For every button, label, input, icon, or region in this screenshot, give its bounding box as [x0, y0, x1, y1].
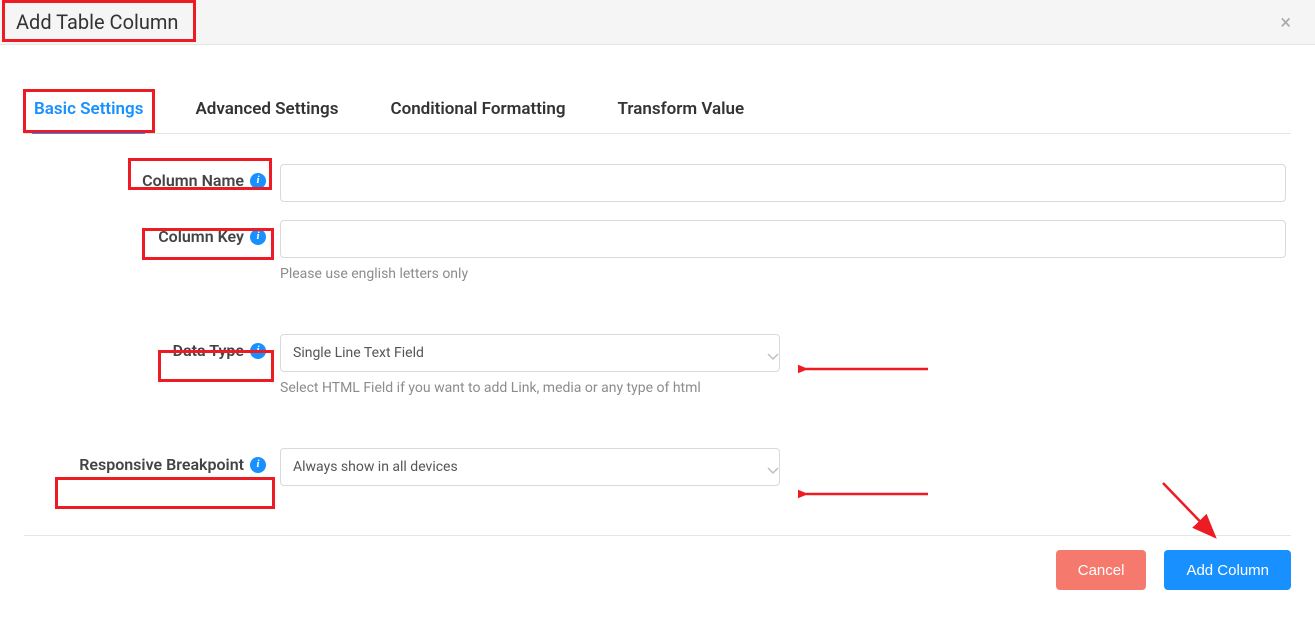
field-cell: [280, 164, 1291, 202]
column-key-helper: Please use english letters only: [280, 266, 1291, 282]
column-name-input[interactable]: [280, 164, 1286, 202]
row-responsive-breakpoint: Responsive Breakpoint i Always show in a…: [24, 448, 1291, 486]
label-cell: Data Type i: [24, 334, 280, 360]
responsive-label: Responsive Breakpoint: [79, 455, 244, 474]
data-type-helper: Select HTML Field if you want to add Lin…: [280, 380, 1291, 396]
field-cell: Always show in all devices: [280, 448, 1291, 486]
info-icon[interactable]: i: [250, 343, 266, 359]
dialog-title: Add Table Column: [16, 10, 178, 34]
data-type-label: Data Type: [173, 341, 244, 360]
dialog-content: Basic Settings Advanced Settings Conditi…: [0, 45, 1315, 486]
responsive-value: Always show in all devices: [293, 459, 458, 475]
row-data-type: Data Type i Single Line Text Field Selec…: [24, 334, 1291, 396]
cancel-button[interactable]: Cancel: [1056, 550, 1147, 590]
label-cell: Column Name i: [24, 164, 280, 190]
tab-basic-settings[interactable]: Basic Settings: [32, 89, 145, 134]
row-column-name: Column Name i: [24, 164, 1291, 202]
column-key-input[interactable]: [280, 220, 1286, 258]
column-name-label: Column Name: [142, 171, 244, 190]
close-icon[interactable]: ×: [1272, 8, 1299, 36]
info-icon[interactable]: i: [250, 229, 266, 245]
dialog-footer: Cancel Add Column: [24, 535, 1291, 590]
dialog-header: Add Table Column ×: [0, 0, 1315, 45]
tab-transform-value[interactable]: Transform Value: [616, 89, 747, 134]
info-icon[interactable]: i: [250, 457, 266, 473]
add-column-button[interactable]: Add Column: [1164, 550, 1291, 590]
field-cell: Single Line Text Field Select HTML Field…: [280, 334, 1291, 396]
info-icon[interactable]: i: [250, 173, 266, 189]
row-column-key: Column Key i Please use english letters …: [24, 220, 1291, 282]
field-cell: Please use english letters only: [280, 220, 1291, 282]
label-cell: Responsive Breakpoint i: [24, 448, 280, 474]
annotation-arrow-icon: [798, 484, 934, 508]
column-key-label: Column Key: [158, 227, 244, 246]
data-type-select[interactable]: Single Line Text Field: [280, 334, 780, 372]
tab-bar: Basic Settings Advanced Settings Conditi…: [24, 89, 1291, 134]
tab-conditional-formatting[interactable]: Conditional Formatting: [388, 89, 567, 134]
responsive-select[interactable]: Always show in all devices: [280, 448, 780, 486]
label-cell: Column Key i: [24, 220, 280, 246]
form-area: Column Name i Column Key i Please use en…: [24, 134, 1291, 486]
data-type-value: Single Line Text Field: [293, 345, 424, 361]
tab-advanced-settings[interactable]: Advanced Settings: [193, 89, 340, 134]
